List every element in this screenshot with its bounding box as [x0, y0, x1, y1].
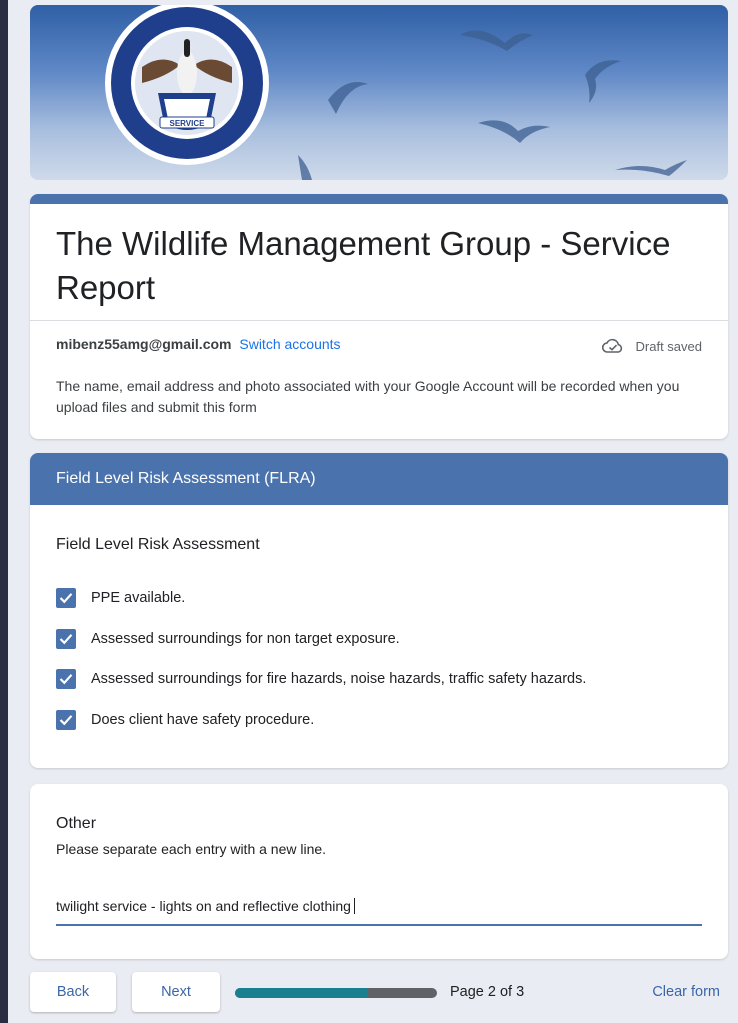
header-banner: SERVICE [30, 5, 728, 180]
section-header: Field Level Risk Assessment (FLRA) [30, 453, 728, 505]
checkbox-checked[interactable] [56, 709, 76, 730]
account-notice: The name, email address and photo associ… [56, 378, 680, 415]
checkbox-group: PPE available. Assessed surroundings for… [56, 578, 728, 740]
cloud-check-icon [601, 338, 622, 353]
switch-accounts-link[interactable]: Switch accounts [239, 336, 340, 352]
checkbox-checked[interactable] [56, 669, 76, 690]
progress-bar [235, 988, 437, 998]
option-label: Assessed surroundings for non target exp… [91, 630, 400, 647]
other-question-card: Other Please separate each entry with a … [30, 784, 728, 959]
other-answer-text: twilight service - lights on and reflect… [56, 898, 351, 914]
option-label: PPE available. [91, 590, 186, 607]
accent-bar [30, 194, 728, 204]
back-button[interactable]: Back [30, 972, 116, 1012]
logo-emblem [105, 5, 269, 165]
checkbox-option[interactable]: PPE available. [56, 578, 728, 619]
clear-form-button[interactable]: Clear form [652, 984, 720, 1000]
form-header-card: The Wildlife Management Group - Service … [30, 194, 728, 439]
check-icon [59, 674, 73, 685]
check-icon [59, 593, 73, 604]
other-question-title: Other [56, 815, 97, 832]
check-icon [59, 714, 73, 726]
progress-fill [235, 988, 369, 998]
option-label: Does client have safety procedure. [91, 711, 315, 728]
divider [30, 320, 728, 321]
checkbox-option[interactable]: Assessed surroundings for non target exp… [56, 619, 728, 660]
draft-status-text: Draft saved [635, 338, 702, 354]
logo-service-text: SERVICE [170, 119, 206, 128]
other-help-text: Please separate each entry with a new li… [56, 841, 327, 857]
checkbox-checked[interactable] [56, 628, 76, 649]
checkbox-checked[interactable] [56, 588, 76, 609]
text-caret [353, 898, 355, 914]
form-title: The Wildlife Management Group - Service … [56, 225, 671, 306]
checkbox-option[interactable]: Does client have safety procedure. [56, 700, 728, 741]
account-row: mibenz55amg@gmail.com Switch accounts Dr… [56, 336, 702, 356]
account-email: mibenz55amg@gmail.com [56, 336, 232, 352]
draft-status: Draft saved [601, 338, 702, 354]
checkbox-option[interactable]: Assessed surroundings for fire hazards, … [56, 659, 728, 700]
section-card: Field Level Risk Assessment (FLRA) Field… [30, 453, 728, 768]
check-icon [59, 633, 73, 645]
other-answer-field[interactable]: twilight service - lights on and reflect… [56, 898, 702, 926]
option-label: Assessed surroundings for fire hazards, … [91, 671, 587, 688]
next-button[interactable]: Next [132, 972, 220, 1012]
question-title: Field Level Risk Assessment [56, 536, 260, 553]
page-indicator: Page 2 of 3 [450, 984, 525, 1000]
navigation-row: Back Next Page 2 of 3 Clear form [30, 972, 728, 1014]
bird-silhouette [298, 30, 687, 180]
